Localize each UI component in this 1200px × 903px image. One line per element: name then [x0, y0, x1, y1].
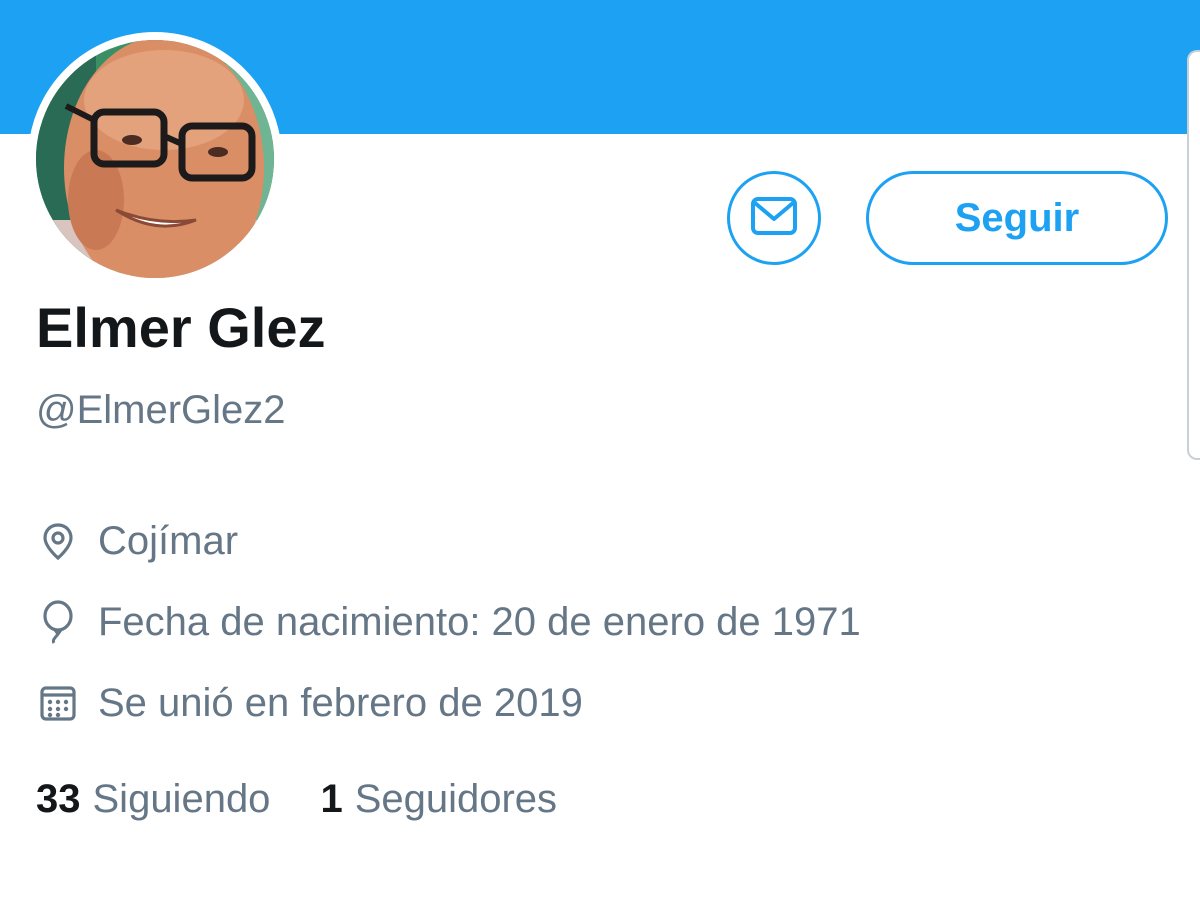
following-link[interactable]: 33 Siguiendo [36, 777, 270, 822]
location-pin-icon [36, 519, 80, 563]
joined-text: Se unió en febrero de 2019 [98, 680, 583, 725]
profile-stats: 33 Siguiendo 1 Seguidores [36, 771, 557, 827]
birthdate-row: Fecha de nacimiento: 20 de enero de 1971 [36, 594, 861, 650]
location-row: Cojímar [36, 513, 238, 569]
envelope-icon [750, 196, 798, 241]
followers-count: 1 [320, 776, 343, 821]
balloon-icon [36, 600, 80, 644]
avatar[interactable] [28, 32, 282, 286]
scrollbar-edge [1187, 50, 1200, 460]
joined-row: Se unió en febrero de 2019 [36, 675, 583, 731]
display-name: Elmer Glez [36, 296, 326, 359]
birthdate-text: Fecha de nacimiento: 20 de enero de 1971 [98, 599, 861, 644]
following-label: Siguiendo [92, 776, 271, 821]
follow-button[interactable]: Seguir [866, 171, 1168, 265]
followers-label: Seguidores [354, 776, 558, 821]
following-count: 33 [36, 776, 81, 821]
calendar-icon [36, 681, 80, 725]
followers-link[interactable]: 1 Seguidores [320, 777, 557, 822]
location-text: Cojímar [98, 518, 239, 563]
user-handle: @ElmerGlez2 [36, 388, 286, 432]
message-button[interactable] [727, 171, 821, 265]
avatar-photo [36, 40, 274, 278]
